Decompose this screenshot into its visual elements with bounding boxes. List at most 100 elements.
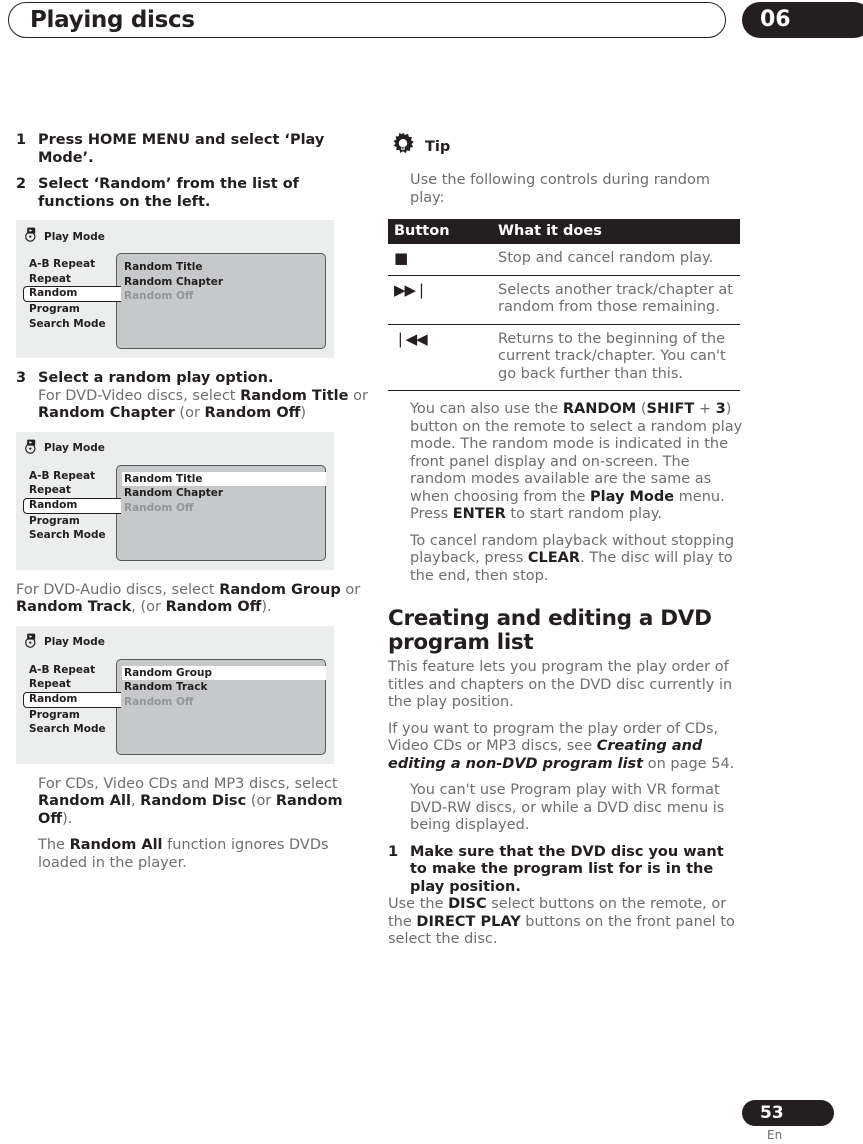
osd-menu-item-search-mode[interactable]: Search Mode [24, 722, 124, 737]
step-3-bold-2: Random Chapter [38, 405, 175, 421]
osd-option-1[interactable]: Random Chapter [122, 486, 326, 501]
xref-post: on page 54. [643, 755, 735, 772]
osd-menu-item-random[interactable]: Random [23, 286, 121, 302]
osd-option-1[interactable]: Random Track [122, 680, 326, 695]
paragraph-cancel-random: To cancel random playback without stoppi… [388, 533, 743, 586]
paragraph-random-all-note: The Random All function ignores DVDs loa… [16, 837, 371, 872]
osd-menu-item-ab-repeat[interactable]: A-B Repeat [24, 663, 124, 678]
page-number-pill [742, 1100, 834, 1126]
rnd-mid-1: ( [636, 401, 647, 417]
osd-menu-item-ab-repeat[interactable]: A-B Repeat [24, 257, 124, 272]
table-header-row: Button What it does [388, 219, 740, 244]
disc-pre: Use the [388, 896, 449, 912]
rnd-mid-2: + [694, 401, 716, 417]
osd-screenshot-play-mode-2: Play Mode A-B Repeat Repeat Random Progr… [16, 431, 334, 570]
step-2-text: Select ‘Random’ from the list of functio… [38, 176, 299, 210]
osd-title-row: Play Mode [24, 227, 105, 246]
osd-menu-item-program[interactable]: Program [24, 514, 124, 529]
osd-title-row: Play Mode [24, 633, 105, 652]
next-track-icon: ▶▶❘ [388, 275, 492, 325]
step-1-right-text: Make sure that the DVD disc you want to … [410, 843, 724, 895]
osd-option-0[interactable]: Random Title [122, 471, 326, 486]
page-number: 53 [760, 1103, 784, 1123]
table-cell-description: Selects another track/chapter at random … [492, 275, 740, 325]
tip-lightbulb-icon [390, 132, 416, 162]
step-1-number: 1 [16, 132, 27, 148]
step-1-right: 1 Make sure that the DVD disc you want to… [388, 844, 743, 897]
audio-bold-2: Random Track [16, 599, 132, 615]
osd-menu-item-program[interactable]: Program [24, 302, 124, 317]
left-column: 1 Press HOME MENU and select ‘Play Mode’.… [16, 132, 371, 881]
osd-menu-list: A-B Repeat Repeat Random Program Search … [23, 663, 124, 737]
step-3-bold-3: Random Off [204, 405, 301, 421]
osd-option-list: Random Title Random Chapter Random Off [122, 471, 326, 516]
osd-option-2: Random Off [124, 695, 194, 708]
step-1-text: Press HOME MENU and select ‘Play Mode’. [38, 132, 325, 166]
osd-menu-item-repeat[interactable]: Repeat [24, 677, 124, 692]
rnd-bold-3: 3 [715, 401, 726, 417]
osd-title-text: Play Mode [44, 636, 105, 648]
table-header-description: What it does [492, 219, 740, 244]
rnd-pre: You can also use the [410, 401, 563, 417]
page-header: Playing discs 06 [0, 0, 863, 42]
osd-option-list: Random Title Random Chapter Random Off [122, 260, 326, 304]
audio-bold-1: Random Group [219, 581, 341, 598]
previous-track-icon: ❘◀◀ [388, 324, 492, 391]
right-column: Tip Use the following controls during ra… [388, 132, 743, 958]
step-3-number: 3 [16, 370, 27, 386]
cd-mid-1: , [130, 793, 141, 809]
rnd-bold-1: RANDOM [562, 401, 637, 417]
step-1: 1 Press HOME MENU and select ‘Play Mode’. [16, 132, 371, 167]
osd-menu-item-repeat[interactable]: Repeat [24, 272, 124, 287]
osd-menu-item-random[interactable]: Random [23, 691, 121, 708]
step-3-post: ) [300, 405, 307, 421]
osd-option-0[interactable]: Random Group [122, 665, 326, 680]
osd-menu-item-ab-repeat[interactable]: A-B Repeat [24, 469, 124, 484]
ignore-pre: The [38, 837, 70, 853]
step-2: 2 Select ‘Random’ from the list of functi… [16, 176, 371, 211]
osd-title-text: Play Mode [44, 230, 105, 243]
section-heading: Creating and editing a DVD program list [388, 606, 712, 655]
button-function-table: Button What it does ■ Stop and cancel ra… [388, 219, 740, 391]
step-3-pre: For DVD-Video discs, select [38, 387, 241, 404]
osd-screenshot-play-mode-1: Play Mode A-B Repeat Repeat Random Progr… [16, 220, 334, 358]
osd-option-1[interactable]: Random Chapter [122, 275, 326, 290]
page-title: Playing discs [30, 7, 195, 33]
audio-bold-3: Random Off [165, 599, 262, 615]
paragraph-cross-reference: If you want to program the play order of… [388, 721, 743, 774]
step-3-body: For DVD-Video discs, select Random Title… [16, 388, 371, 423]
paragraph-note: You can't use Program play with VR forma… [410, 782, 725, 833]
disc-bold-1: DISC [448, 896, 487, 912]
paragraph-disc-select: Use the DISC select buttons on the remot… [388, 896, 743, 949]
audio-mid-2: , (or [131, 599, 166, 615]
paragraph-feature-intro: This feature lets you program the play o… [388, 659, 733, 710]
audio-pre: For DVD-Audio discs, select [16, 581, 220, 598]
osd-title-text: Play Mode [44, 442, 105, 454]
audio-mid-1: or [340, 581, 361, 598]
cd-mid-2: (or [246, 793, 276, 809]
table-row: ■ Stop and cancel random play. [388, 244, 740, 276]
paragraph-random-button: You can also use the RANDOM (SHIFT + 3) … [388, 401, 743, 524]
table-row: ▶▶❘ Selects another track/chapter at ran… [388, 275, 740, 325]
step-3: 3 Select a random play option. [16, 370, 371, 388]
osd-menu-list: A-B Repeat Repeat Random Program Search … [23, 469, 124, 543]
step-3-bold-1: Random Title [240, 387, 349, 404]
osd-menu-item-random[interactable]: Random [23, 497, 121, 514]
cd-bold-2: Random Disc [140, 793, 247, 809]
osd-menu-item-search-mode[interactable]: Search Mode [24, 528, 124, 543]
tip-header: Tip [388, 132, 743, 162]
table-cell-description: Stop and cancel random play. [492, 244, 740, 276]
osd-menu-item-search-mode[interactable]: Search Mode [24, 317, 124, 332]
cd-bold-1: Random All [38, 793, 131, 809]
osd-menu-item-repeat[interactable]: Repeat [24, 483, 124, 498]
disc-bold-2: DIRECT PLAY [416, 913, 521, 930]
rnd-bold-5: ENTER [452, 506, 506, 522]
cd-post: ). [62, 810, 73, 827]
step-3-title: Select a random play option. [38, 370, 274, 386]
osd-option-list: Random Group Random Track Random Off [122, 665, 326, 710]
step-3-mid-1: or [348, 387, 368, 404]
osd-menu-item-program[interactable]: Program [24, 708, 124, 723]
rnd-post: to start random play. [505, 506, 663, 522]
osd-option-0[interactable]: Random Title [122, 260, 326, 275]
play-mode-disc-icon [24, 439, 39, 458]
